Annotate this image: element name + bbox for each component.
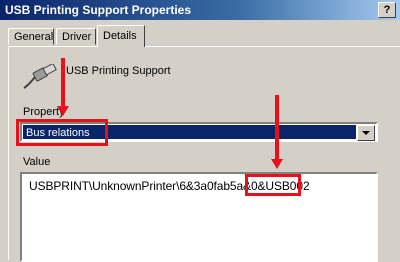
tab-details[interactable]: Details xyxy=(97,25,145,47)
chevron-down-icon[interactable] xyxy=(357,125,375,141)
usb-port-highlight-box xyxy=(245,174,301,196)
tab-general[interactable]: General xyxy=(8,28,54,45)
property-highlight-box xyxy=(16,119,108,146)
value-listbox[interactable]: USBPRINT\UnknownPrinter\6&3a0fab5a&0&USB… xyxy=(20,172,378,262)
value-label: Value xyxy=(23,156,51,168)
title-bar: USB Printing Support Properties ? xyxy=(0,0,400,20)
arrow-down-icon xyxy=(271,95,283,171)
arrow-down-icon xyxy=(57,58,69,118)
window-title: USB Printing Support Properties xyxy=(5,3,192,17)
usb-connector-icon xyxy=(23,64,57,89)
device-name: USB Printing Support xyxy=(66,65,171,77)
tab-driver[interactable]: Driver xyxy=(56,28,96,45)
help-button[interactable]: ? xyxy=(378,2,396,18)
